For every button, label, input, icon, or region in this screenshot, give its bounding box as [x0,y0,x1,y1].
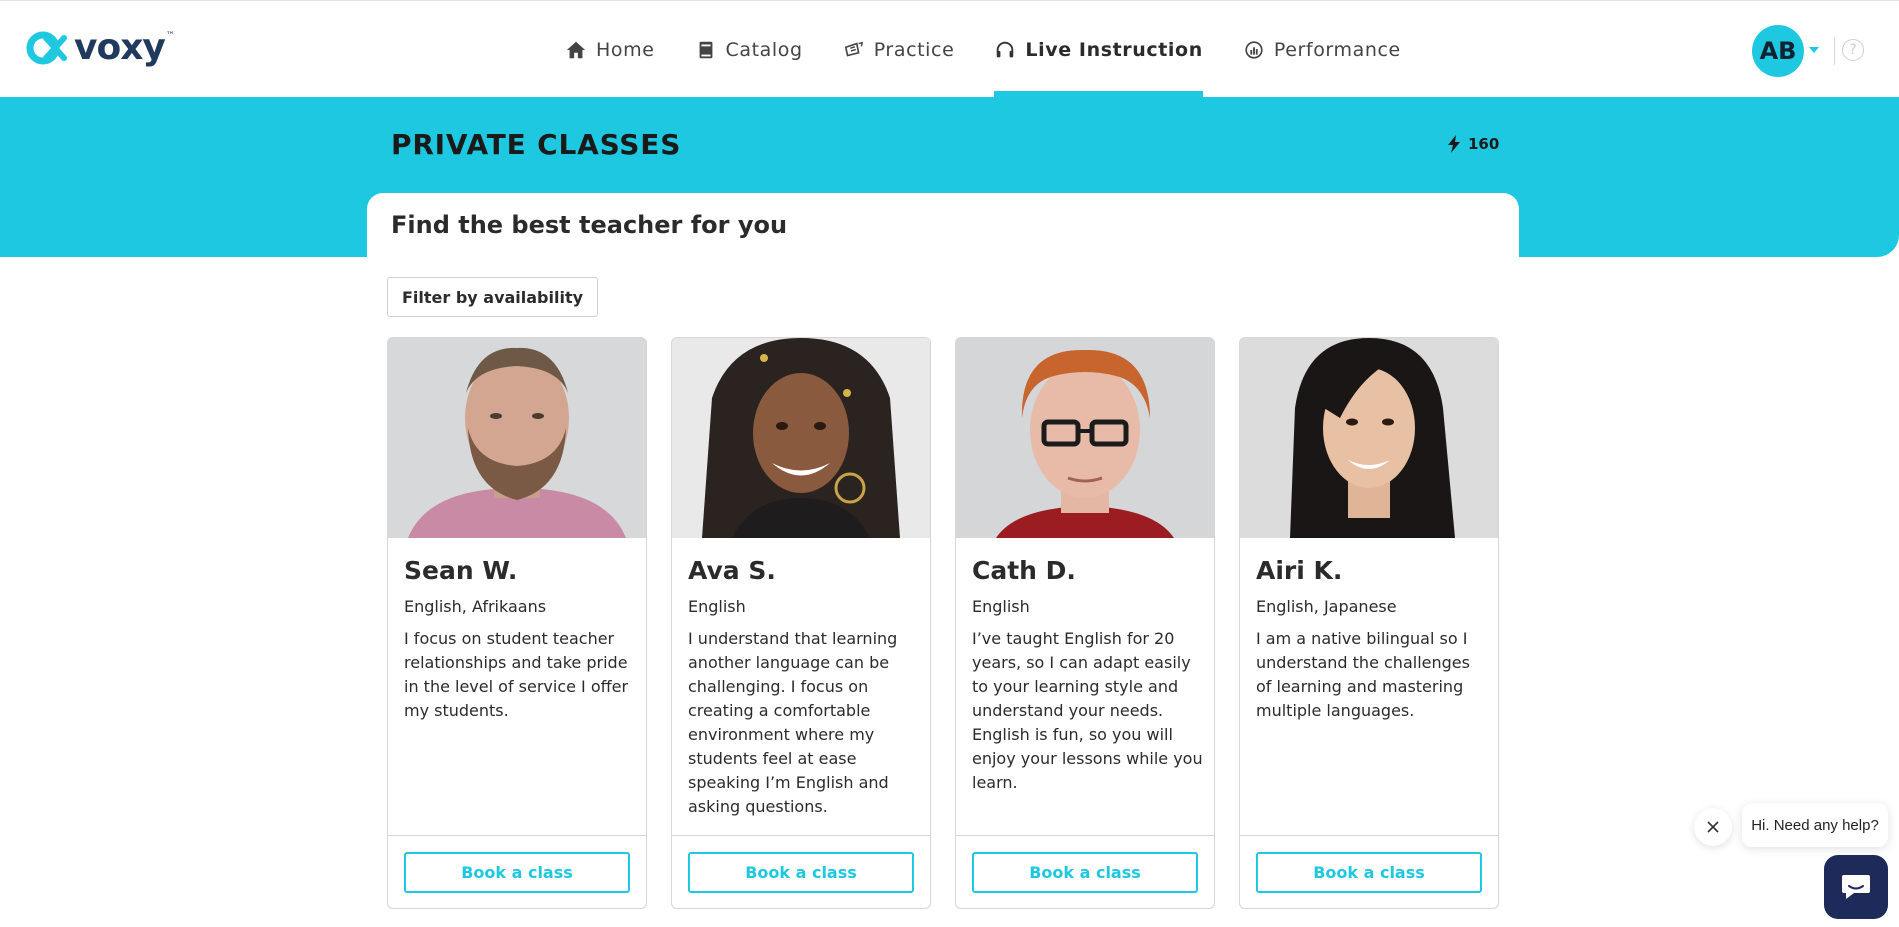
teacher-card: Cath D. English I’ve taught English for … [955,337,1215,909]
close-icon [1707,821,1719,833]
teacher-cards: Sean W. English, Afrikaans I focus on st… [387,337,1523,909]
teacher-photo [672,338,930,538]
card-footer: Book a class [672,835,930,908]
teacher-name: Ava S. [688,556,776,585]
nav-item-live-instruction[interactable]: Live Instruction [994,1,1204,98]
headset-icon [997,41,1014,57]
performance-icon [1245,40,1263,59]
top-navigation-bar: voxy ™ Home Catalog Practice Live Instru… [0,0,1899,98]
chat-icon [1842,875,1870,899]
voxy-logo-icon [26,31,67,65]
practice-icon [844,41,863,57]
chevron-down-icon[interactable] [1809,47,1819,53]
teacher-card: Airi K. English, Japanese I am a native … [1239,337,1499,909]
book-a-class-button[interactable]: Book a class [404,852,630,893]
page-title: PRIVATE CLASSES [391,128,682,161]
teacher-card: Ava S. English I understand that learnin… [671,337,931,909]
card-footer: Book a class [956,835,1214,908]
teacher-name: Sean W. [404,556,518,585]
nav-item-catalog[interactable]: Catalog [695,1,803,98]
book-a-class-button[interactable]: Book a class [972,852,1198,893]
main-nav: Home Catalog Practice Live Instruction P… [565,1,1441,98]
lightning-bolt-icon [1448,135,1460,153]
teacher-name: Cath D. [972,556,1076,585]
credits-counter: 160 [1446,135,1499,153]
teacher-photo [388,338,646,538]
nav-label-performance: Performance [1273,38,1401,61]
teacher-photo-image [956,338,1214,538]
nav-label-home: Home [596,38,655,61]
teacher-languages: English, Japanese [1256,597,1397,616]
teacher-languages: English, Afrikaans [404,597,547,616]
user-avatar[interactable]: AB [1752,25,1804,77]
voxy-wordmark: voxy [74,27,166,68]
card-footer: Book a class [1240,835,1498,908]
teacher-photo [1240,338,1498,538]
book-a-class-button[interactable]: Book a class [688,852,914,893]
teacher-photo [956,338,1214,538]
section-subtitle: Find the best teacher for you [391,211,788,239]
chat-close-button[interactable] [1694,808,1732,846]
help-icon[interactable]: ? [1842,39,1864,61]
credits-value: 160 [1468,135,1500,153]
nav-item-performance[interactable]: Performance [1243,1,1401,98]
filter-by-availability-button[interactable]: Filter by availability [387,277,598,317]
book-a-class-button[interactable]: Book a class [1256,852,1482,893]
nav-item-home[interactable]: Home [565,1,655,98]
teacher-description: I focus on student teacher relationships… [404,629,629,720]
teacher-photo-image [672,338,930,538]
teacher-description: I am a native bilingual so I understand … [1256,629,1470,720]
nav-label-catalog: Catalog [725,38,803,61]
teacher-languages: English [972,597,1030,616]
teacher-name: Airi K. [1256,556,1343,585]
teacher-card: Sean W. English, Afrikaans I focus on st… [387,337,647,909]
trademark-mark: ™ [165,31,175,41]
chat-help-prompt[interactable]: Hi. Need any help? [1742,803,1888,847]
teacher-languages: English [688,597,746,616]
nav-label-practice: Practice [873,38,955,61]
home-icon [566,41,586,58]
teacher-description: I understand that learning another langu… [688,629,898,816]
book-icon [699,41,712,58]
teacher-photo-image [388,338,646,538]
teacher-list-panel: Find the best teacher for you Filter by … [367,193,1519,927]
nav-item-practice[interactable]: Practice [843,1,955,98]
teacher-description: I’ve taught English for 20 years, so I c… [972,629,1203,792]
voxy-logo[interactable]: voxy ™ [26,27,175,68]
header-divider [1834,37,1835,65]
chat-launcher-button[interactable] [1824,855,1888,919]
teacher-photo-image [1240,338,1498,538]
card-footer: Book a class [388,835,646,908]
nav-label-live-instruction: Live Instruction [1025,38,1203,61]
